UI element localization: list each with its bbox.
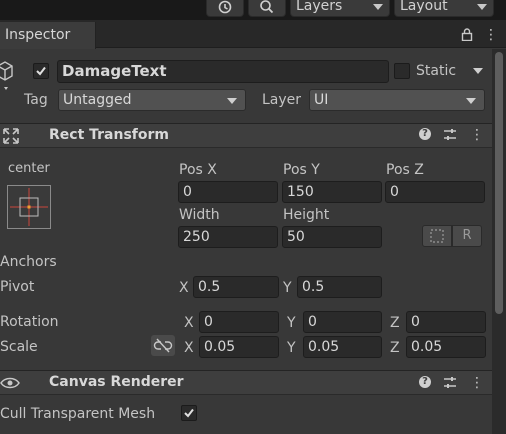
scale-x-value: 0.05	[204, 339, 236, 355]
static-label: Static	[416, 63, 457, 79]
search-button[interactable]	[248, 0, 286, 17]
active-checkbox[interactable]	[33, 63, 49, 79]
raw-edit-button[interactable]: R	[452, 225, 482, 247]
pos-z-field[interactable]: 0	[385, 181, 485, 203]
cull-transparent-mesh-label: Cull Transparent Mesh	[0, 406, 156, 422]
pos-z-value: 0	[390, 184, 399, 200]
pivot-x-value: 0.5	[198, 279, 221, 295]
tab-inspector[interactable]: Inspector	[0, 22, 96, 49]
width-value: 250	[183, 229, 210, 245]
canvas-renderer-title: Canvas Renderer	[49, 374, 184, 390]
presets-icon[interactable]	[443, 376, 457, 389]
pivot-y-field[interactable]: 0.5	[297, 276, 382, 298]
tag-dropdown[interactable]: Untagged	[58, 89, 246, 111]
cull-transparent-mesh-checkbox[interactable]	[181, 405, 197, 421]
rotation-x-value: 0	[204, 314, 213, 330]
rotation-z-value: 0	[411, 314, 420, 330]
rotation-label: Rotation	[0, 314, 59, 330]
scale-x-field[interactable]: 0.05	[199, 336, 279, 358]
rotation-z-field[interactable]: 0	[406, 311, 486, 333]
layers-label: Layers	[296, 0, 343, 14]
tag-label: Tag	[24, 92, 48, 108]
scrollbar-thumb[interactable]	[495, 52, 503, 314]
height-label: Height	[283, 207, 330, 223]
anchors-foldout[interactable]: Anchors	[0, 253, 57, 271]
tab-menu-icon[interactable]: ⋮	[484, 26, 498, 44]
pos-y-field[interactable]: 150	[282, 181, 382, 203]
tab-inspector-label: Inspector	[5, 27, 71, 43]
layout-dropdown[interactable]: Layout	[394, 0, 494, 17]
width-label: Width	[179, 207, 220, 223]
rotation-x-label: X	[184, 315, 194, 331]
scale-label: Scale	[0, 339, 38, 355]
component-menu-icon[interactable]: ⋮	[470, 126, 484, 144]
checkmark-icon	[184, 408, 194, 418]
blueprint-mode-button[interactable]	[422, 225, 452, 247]
rect-transform-title: Rect Transform	[49, 127, 170, 143]
scale-z-label: Z	[390, 340, 400, 356]
pivot-label: Pivot	[0, 279, 35, 295]
layer-label: Layer	[262, 92, 302, 108]
chevron-down-icon	[466, 98, 476, 104]
gameobject-cube-icon	[0, 61, 13, 90]
scale-y-value: 0.05	[308, 339, 340, 355]
pos-z-label: Pos Z	[386, 162, 424, 178]
search-icon	[260, 0, 274, 14]
lock-icon[interactable]	[461, 28, 473, 41]
anchor-preset-label: center	[8, 161, 50, 176]
rotation-y-value: 0	[308, 314, 317, 330]
layer-dropdown[interactable]: UI	[309, 89, 485, 111]
help-icon[interactable]: ?	[419, 128, 431, 140]
component-menu-icon[interactable]: ⋮	[470, 374, 484, 392]
blueprint-icon	[430, 229, 444, 243]
pivot-x-label: X	[179, 280, 189, 296]
static-dropdown-icon[interactable]	[472, 67, 484, 75]
scale-z-field[interactable]: 0.05	[406, 336, 486, 358]
height-field[interactable]: 50	[282, 226, 382, 248]
pos-y-label: Pos Y	[283, 162, 320, 178]
scale-y-label: Y	[287, 340, 296, 356]
pivot-x-field[interactable]: 0.5	[193, 276, 279, 298]
scale-y-field[interactable]: 0.05	[303, 336, 382, 358]
history-icon	[218, 0, 232, 14]
history-button[interactable]	[206, 0, 244, 17]
rect-transform-icon	[3, 128, 19, 144]
object-name-field[interactable]: DamageText	[57, 60, 389, 83]
static-checkbox[interactable]	[394, 63, 410, 79]
raw-edit-label: R	[462, 228, 472, 243]
layers-dropdown[interactable]: Layers	[290, 0, 390, 17]
chevron-down-icon	[227, 98, 237, 104]
rotation-z-label: Z	[390, 315, 400, 331]
scale-z-value: 0.05	[411, 339, 443, 355]
rotation-y-label: Y	[287, 315, 296, 331]
pos-x-field[interactable]: 0	[178, 181, 278, 203]
help-icon[interactable]: ?	[419, 376, 431, 388]
visibility-eye-icon[interactable]	[0, 376, 20, 390]
tag-value: Untagged	[63, 92, 132, 108]
presets-icon[interactable]	[443, 128, 457, 141]
pivot-y-value: 0.5	[302, 279, 325, 295]
anchor-preset-button[interactable]	[7, 185, 51, 229]
constrain-proportions-button[interactable]	[151, 335, 175, 356]
pos-x-value: 0	[183, 184, 192, 200]
layout-label: Layout	[400, 0, 448, 14]
anchor-center-icon	[10, 188, 48, 226]
rotation-y-field[interactable]: 0	[303, 311, 382, 333]
chevron-down-icon	[373, 4, 383, 10]
layer-value: UI	[314, 92, 329, 108]
height-value: 50	[287, 229, 305, 245]
unlink-icon	[153, 338, 173, 353]
checkmark-icon	[36, 66, 46, 76]
pos-x-label: Pos X	[179, 162, 217, 178]
rotation-x-field[interactable]: 0	[199, 311, 279, 333]
width-field[interactable]: 250	[178, 226, 278, 248]
pos-y-value: 150	[287, 184, 314, 200]
object-name: DamageText	[62, 62, 167, 80]
pivot-y-label: Y	[283, 280, 292, 296]
scale-x-label: X	[184, 340, 194, 356]
chevron-down-icon	[477, 4, 487, 10]
